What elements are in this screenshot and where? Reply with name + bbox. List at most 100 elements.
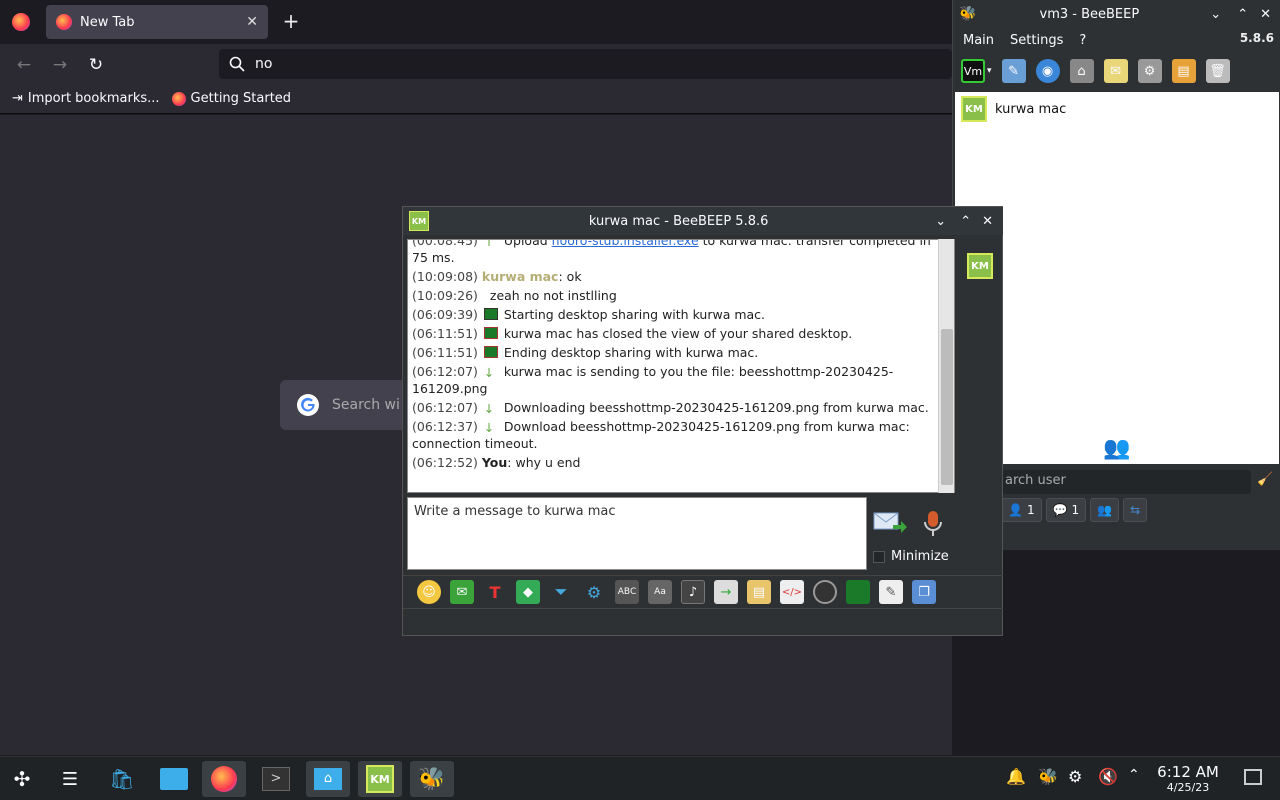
forward-icon[interactable]: → (49, 54, 71, 76)
search-placeholder: Search wi (332, 397, 400, 413)
beebeep-toolbar: Vm ▾ ✎ ◉ ⌂ ✉ ⚙ ▤ 🗑 (953, 54, 1280, 88)
voice-message-button[interactable] (921, 509, 947, 539)
app-launcher-icon[interactable]: ✣ (0, 761, 44, 797)
system-settings-icon[interactable]: ☰ (48, 761, 92, 797)
chat-icon: 💬 (1052, 503, 1068, 517)
trash-icon[interactable]: 🗑 (1205, 59, 1230, 83)
bee-tray-icon[interactable]: 🐝 (1038, 767, 1058, 786)
send-icon (873, 512, 907, 533)
profile-icon[interactable]: ✎ (1001, 59, 1026, 83)
google-search-box[interactable]: Search wi (280, 380, 420, 430)
network-tray-icon[interactable]: ⚙ (1068, 767, 1082, 786)
chat-title: kurwa mac - BeeBEEP 5.8.6 (588, 213, 769, 229)
send-folder-icon[interactable]: ▤ (747, 580, 771, 604)
chat-scrollbar[interactable] (938, 239, 954, 493)
clear-search-icon[interactable]: 🧹 (1257, 472, 1273, 487)
folder-icon[interactable]: ▤ (1171, 59, 1196, 83)
beebeep-chat-taskbar-item[interactable]: KM (358, 761, 402, 797)
message-input[interactable]: Write a message to kurwa mac (407, 497, 867, 570)
firefox-menu-icon[interactable] (12, 13, 30, 31)
close-icon[interactable]: ✕ (982, 214, 993, 229)
save-chat-icon[interactable]: ✎ (879, 580, 903, 604)
minimize-icon[interactable]: ⌄ (935, 214, 946, 229)
note-icon[interactable]: ✉ (1103, 59, 1128, 83)
message-text: Starting desktop sharing with kurwa mac. (503, 307, 766, 322)
font-icon[interactable]: T (483, 580, 507, 604)
file-manager-icon[interactable] (152, 761, 196, 797)
filter-icon[interactable]: ⏷ (549, 580, 573, 604)
file-link[interactable]: nooro-stub.installer.exe (552, 240, 699, 248)
mail-icon[interactable]: ✉ (450, 580, 474, 604)
completer-icon[interactable]: Aa (648, 580, 672, 604)
bookmark-getting-started[interactable]: Getting Started (171, 91, 291, 106)
file-icon[interactable]: ♪ (681, 580, 705, 604)
network-icon[interactable]: ⚙ (1137, 59, 1162, 83)
url-input[interactable]: no (255, 56, 272, 72)
maximize-icon[interactable]: ⌃ (960, 214, 971, 229)
maximize-icon[interactable]: ⌃ (1237, 7, 1248, 22)
chat-message: (00:08:45) ↑ Upload nooro-stub.installer… (412, 240, 937, 267)
terminal-icon[interactable]: > (254, 761, 298, 797)
notifications-icon[interactable]: 🔔 (1006, 767, 1026, 786)
back-icon[interactable]: ← (13, 54, 35, 76)
broadcast-icon[interactable]: ◉ (1035, 59, 1060, 83)
spellcheck-icon[interactable]: ABC (615, 580, 639, 604)
share-desktop-icon[interactable] (846, 580, 870, 604)
reload-icon[interactable]: ↻ (85, 54, 107, 76)
search-user-input[interactable]: arch user (1001, 470, 1251, 494)
discover-icon[interactable]: 🛍 (100, 761, 144, 797)
html-icon[interactable]: </> (780, 580, 804, 604)
volume-muted-icon[interactable]: 🔇 (1098, 767, 1118, 786)
close-tab-icon[interactable]: ✕ (246, 14, 258, 30)
user-item[interactable]: KM kurwa mac (955, 92, 1279, 126)
settings-icon[interactable]: ⚙ (582, 580, 606, 604)
bookmark-import[interactable]: ⇥ Import bookmarks... (12, 91, 160, 106)
menu-main[interactable]: Main (963, 33, 994, 48)
users-count-button[interactable]: 👤 1 (1001, 498, 1042, 522)
chat-message: (06:12:07) ↓ kurwa mac is sending to you… (412, 362, 937, 398)
minimize-checkbox[interactable]: Minimize (873, 549, 949, 564)
send-file-icon[interactable]: → (714, 580, 738, 604)
home-folder-icon[interactable]: ⌂ (306, 761, 350, 797)
clock[interactable]: 6:12 AM 4/25/23 (1152, 765, 1224, 795)
firefox-icon (56, 14, 72, 30)
chat-window: KM kurwa mac - BeeBEEP 5.8.6 ⌄ ⌃ ✕ (00:0… (402, 206, 1003, 636)
message-text: kurwa mac has closed the view of your sh… (503, 326, 853, 341)
close-icon[interactable]: ✕ (1260, 7, 1271, 22)
share-button[interactable]: ⇆ (1123, 498, 1148, 522)
emoticon-icon[interactable]: ☺ (417, 580, 441, 604)
avatar: KM (961, 96, 987, 122)
chat-message: (06:12:52) You: why u end (412, 453, 937, 472)
bookmark-label: Import bookmarks... (27, 91, 160, 106)
beebeep-title-bar: 🐝 vm3 - BeeBEEP ⌄ ⌃ ✕ (953, 0, 1280, 28)
new-tab-button[interactable]: + (280, 10, 302, 32)
color-icon[interactable]: ◆ (516, 580, 540, 604)
version-label: 5.8.6 (1239, 31, 1274, 45)
show-desktop-icon[interactable] (1244, 769, 1262, 785)
screenshot-icon[interactable] (813, 580, 837, 604)
clock-date: 4/25/23 (1166, 781, 1210, 794)
chevron-down-icon[interactable]: ▾ (987, 66, 992, 76)
minimize-icon[interactable]: ⌄ (1210, 7, 1221, 22)
beebeep-taskbar-item[interactable]: 🐝 (410, 761, 454, 797)
menu-help[interactable]: ? (1079, 33, 1086, 48)
firefox-taskbar-icon[interactable] (202, 761, 246, 797)
detach-icon[interactable]: ❐ (912, 580, 936, 604)
show-hidden-icons[interactable]: ⌃ (1128, 767, 1140, 783)
send-button[interactable] (873, 509, 909, 539)
url-bar[interactable]: no (219, 49, 952, 79)
avatar[interactable]: KM (967, 253, 993, 279)
tab-new-tab[interactable]: New Tab ✕ (46, 5, 268, 39)
chats-count-button[interactable]: 💬 1 (1045, 498, 1087, 522)
vm-status-icon[interactable]: Vm (961, 59, 985, 83)
checkbox[interactable] (873, 550, 885, 563)
timestamp: (06:11:51) (412, 345, 478, 360)
chat-log: (00:08:45) ↑ Upload nooro-stub.installer… (407, 239, 955, 493)
groups-button[interactable]: 👥 (1090, 498, 1120, 522)
home-icon[interactable]: ⌂ (1069, 59, 1094, 83)
search-icon (229, 56, 245, 72)
user-name: kurwa mac (995, 101, 1067, 117)
user-list: KM kurwa mac 👥 (955, 92, 1279, 464)
menu-settings[interactable]: Settings (1010, 33, 1063, 48)
scrollbar-thumb[interactable] (941, 329, 953, 485)
